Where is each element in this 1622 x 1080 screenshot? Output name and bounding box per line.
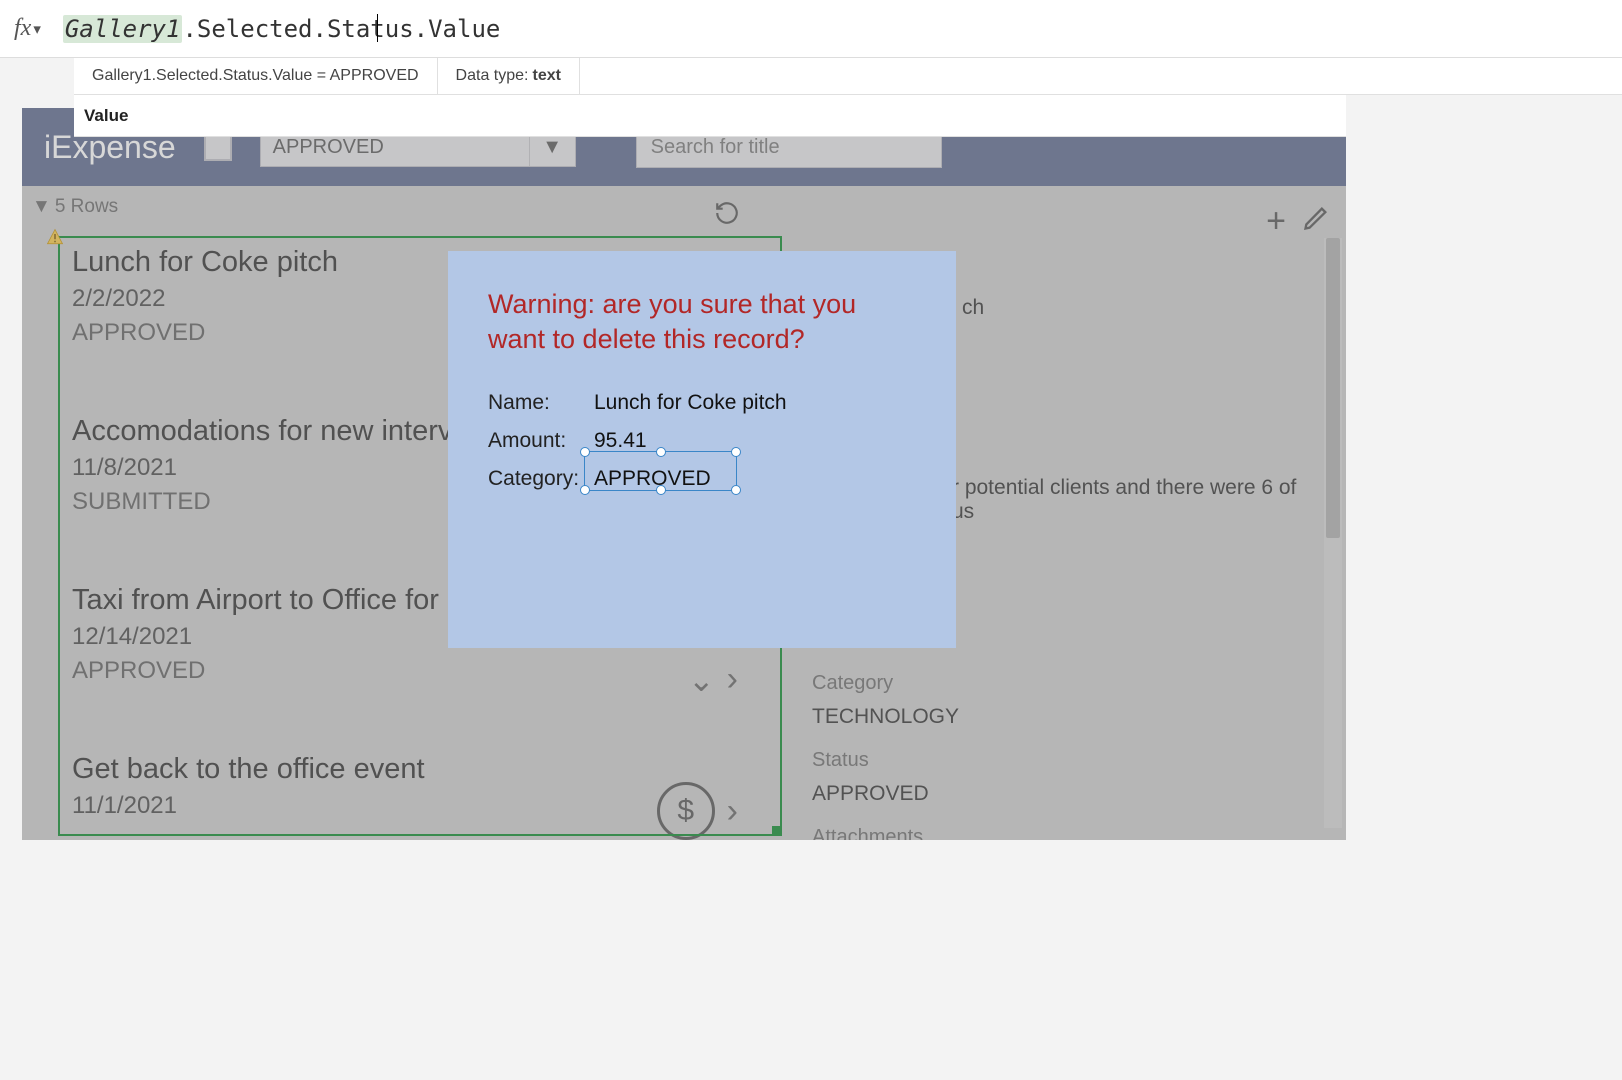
formula-token-gallery: Gallery1	[63, 15, 183, 43]
amount-value: 95.41	[594, 429, 647, 453]
text-cursor	[377, 14, 378, 42]
dialog-row-name: Name: Lunch for Coke pitch	[488, 391, 916, 415]
add-icon[interactable]: +	[1266, 202, 1286, 241]
chevron-right-icon[interactable]: ›	[727, 660, 738, 699]
formula-autocomplete[interactable]: Value	[74, 95, 1346, 137]
chevron-down-icon[interactable]: ▼	[32, 196, 51, 218]
data-type-value: text	[532, 67, 560, 85]
formula-token-rest: .Selected.Status.Value	[182, 15, 500, 43]
row-count-text: 5 Rows	[55, 196, 118, 218]
fx-label: fx	[14, 15, 31, 42]
amount-label: Amount:	[488, 429, 594, 453]
screen-actions: +	[1266, 202, 1330, 241]
edit-icon[interactable]	[1302, 202, 1330, 241]
chevron-right-icon[interactable]: ›	[727, 792, 738, 831]
formula-result-bar: Gallery1.Selected.Status.Value = APPROVE…	[74, 58, 1622, 95]
status-value: APPROVED	[812, 782, 1322, 806]
item-actions: $ ›	[657, 782, 738, 840]
status-label: Status	[812, 749, 1322, 772]
attachments-label: Attachments	[812, 826, 1322, 840]
delete-confirm-dialog: Warning: are you sure that you want to d…	[448, 251, 956, 648]
dialog-row-amount: Amount: 95.41	[488, 429, 916, 453]
dialog-warning-text: Warning: are you sure that you want to d…	[488, 287, 916, 357]
formula-eval: Gallery1.Selected.Status.Value = APPROVE…	[74, 58, 438, 94]
name-label: Name:	[488, 391, 594, 415]
scrollbar[interactable]	[1324, 238, 1342, 828]
gallery-row-count: ▼ 5 Rows	[32, 196, 1326, 218]
list-item[interactable]: Get back to the office event 11/1/2021 $…	[42, 735, 742, 840]
status-dropdown-value: APPROVED	[261, 136, 529, 159]
detail-title-fragment: ch	[962, 296, 1322, 320]
app-canvas[interactable]: iExpense APPROVED ▼ Search for title + ▼…	[22, 108, 1346, 840]
item-status: APPROVED	[72, 657, 718, 685]
category-label: Category:	[488, 467, 594, 491]
dialog-row-category: Category: APPROVED	[488, 467, 916, 491]
money-icon[interactable]: $	[657, 782, 715, 840]
item-date: 11/1/2021	[72, 792, 718, 820]
refresh-icon[interactable]	[714, 200, 740, 234]
name-value: Lunch for Coke pitch	[594, 391, 787, 415]
category-value: TECHNOLOGY	[812, 705, 1322, 729]
formula-data-type: Data type: text	[438, 58, 580, 94]
chevron-down-icon[interactable]: ⌄	[688, 661, 715, 699]
formula-input[interactable]: Gallery1.Selected.Status.Value	[63, 15, 500, 43]
item-title: Get back to the office event	[72, 753, 718, 786]
detail-desc-fragment: r potential clients and there were 6 of …	[952, 476, 1322, 524]
category-value: APPROVED	[594, 467, 711, 491]
item-actions: ⌄ ›	[688, 660, 738, 699]
data-type-label: Data type:	[456, 67, 529, 85]
fx-dropdown-icon[interactable]: ▾	[33, 20, 41, 38]
category-label: Category	[812, 672, 1322, 695]
formula-bar[interactable]: fx ▾ Gallery1.Selected.Status.Value	[0, 0, 1622, 58]
warning-icon[interactable]	[46, 228, 64, 251]
scrollbar-thumb[interactable]	[1326, 238, 1340, 538]
header-checkbox[interactable]	[204, 133, 232, 161]
